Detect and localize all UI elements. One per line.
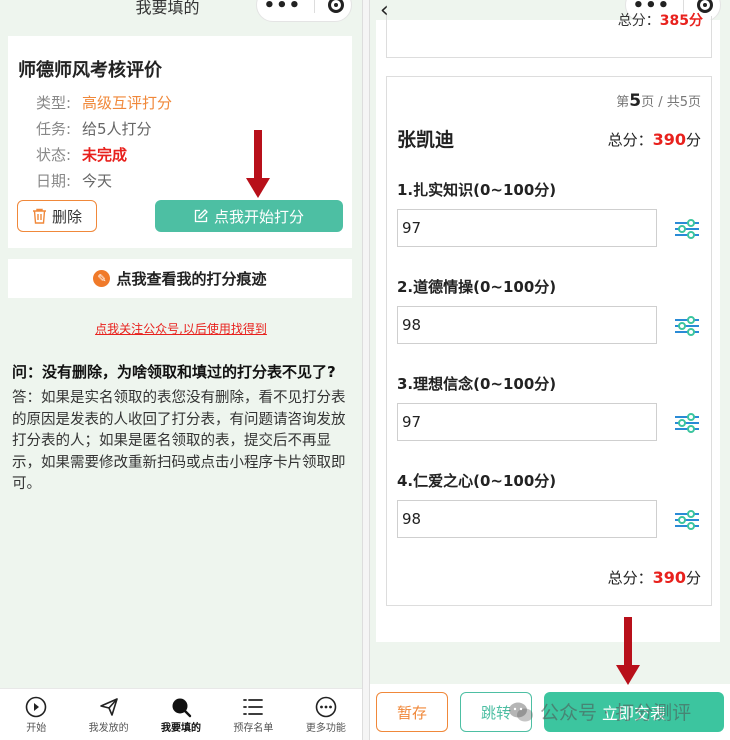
pointer-arrow-icon <box>246 130 270 198</box>
list-icon <box>243 699 264 715</box>
more-circle-icon <box>315 696 337 718</box>
tab-start[interactable]: 开始 <box>0 689 72 740</box>
question-label: 3.理想信念(0~100分) <box>397 375 557 393</box>
mini-program-capsule: ••• <box>256 0 352 22</box>
info-key: 类型: <box>36 94 72 112</box>
slider-adjust-icon[interactable] <box>673 508 701 532</box>
info-row-task: 任务: 给5人打分 <box>36 118 152 139</box>
pointer-arrow-icon <box>616 617 640 685</box>
action-bar: 暂存 跳转 立即交表 公众号 · 打分测评 <box>370 684 730 740</box>
question-label: 2.道德情操(0~100分) <box>397 278 557 296</box>
score-input[interactable]: 97 <box>397 209 657 247</box>
scoring-sheet: 总分：385分 第5页 / 共5页 张凯迪 总分：390分 1.扎实知识(0~1… <box>376 13 720 642</box>
info-key: 任务: <box>36 120 72 138</box>
left-nav-bar: 我要填的 ••• <box>0 0 362 26</box>
total-score-bottom: 总分：390分 <box>608 567 701 588</box>
watermark-text: 公众号 · 打分测评 <box>540 702 692 724</box>
tab-to-fill[interactable]: 我要填的 <box>145 689 217 740</box>
total-score-top: 总分：390分 <box>608 129 701 150</box>
view-history-label: 点我查看我的打分痕迹 <box>116 270 267 288</box>
close-target-icon[interactable] <box>328 0 345 13</box>
info-value: 高级互评打分 <box>82 94 173 112</box>
score-task-card: 师德师风考核评价 类型: 高级互评打分 任务: 给5人打分 状态: 未完成 日期… <box>8 36 352 248</box>
trash-icon <box>32 208 46 224</box>
slider-adjust-icon[interactable] <box>673 314 701 338</box>
total-label: 总分： <box>607 131 653 149</box>
person-score-card: 第5页 / 共5页 张凯迪 总分：390分 1.扎实知识(0~100分) 97 … <box>386 76 712 606</box>
slider-adjust-icon[interactable] <box>673 411 701 435</box>
edit-icon <box>194 209 208 223</box>
status-badge: 未完成 <box>82 146 128 164</box>
screen-divider <box>362 0 370 740</box>
person-name: 张凯迪 <box>397 129 455 151</box>
start-scoring-button[interactable]: 点我开始打分 <box>155 200 343 232</box>
delete-button[interactable]: 删除 <box>17 200 97 232</box>
previous-total-label: 总分： <box>617 13 660 29</box>
total-value: 390 <box>652 568 686 587</box>
tab-issued[interactable]: 我发放的 <box>72 689 144 740</box>
info-value: 给5人打分 <box>82 120 152 138</box>
info-row-status: 状态: 未完成 <box>36 144 127 165</box>
page-suffix: 页 / 共5页 <box>641 95 701 110</box>
send-icon <box>99 698 118 716</box>
info-key: 状态: <box>36 146 72 164</box>
tab-saved-list[interactable]: 预存名单 <box>217 689 289 740</box>
previous-person-card: 总分：385分 <box>386 13 712 58</box>
watermark: 公众号 · 打分测评 <box>508 698 691 725</box>
task-title: 师德师风考核评价 <box>18 60 162 81</box>
view-history-button[interactable]: ✎ 点我查看我的打分痕迹 <box>8 259 352 298</box>
previous-total-value: 385分 <box>659 13 703 29</box>
left-screen: 我要填的 ••• 师德师风考核评价 类型: 高级互评打分 任务: 给5人打分 状… <box>0 0 362 740</box>
start-scoring-label: 点我开始打分 <box>213 207 304 226</box>
follow-account-link[interactable]: 点我关注公众号,以后使用找得到 <box>0 320 362 337</box>
question-label: 4.仁爱之心(0~100分) <box>397 472 557 490</box>
info-value: 今天 <box>82 172 113 190</box>
tab-label: 预存名单 <box>233 723 274 734</box>
slider-adjust-icon[interactable] <box>673 217 701 241</box>
faq-question: 问：没有删除，为啥领取和填过的打分表不见了? <box>12 363 336 381</box>
save-draft-button[interactable]: 暂存 <box>376 692 448 732</box>
tab-label: 我发放的 <box>88 723 129 734</box>
more-dots-icon[interactable]: ••• <box>264 0 302 16</box>
score-input[interactable]: 97 <box>397 403 657 441</box>
score-input[interactable]: 98 <box>397 500 657 538</box>
total-value: 390 <box>652 130 686 149</box>
search-icon <box>172 698 192 718</box>
page-indicator: 第5页 / 共5页 <box>616 91 701 111</box>
delete-label: 删除 <box>51 207 82 226</box>
total-label: 总分： <box>607 569 653 587</box>
bottom-tab-bar: 开始 我发放的 我要填的 预存名单 更多功能 <box>0 688 362 740</box>
wechat-logo-icon <box>509 702 533 721</box>
history-icon: ✎ <box>93 270 111 287</box>
faq-answer: 答：如果是实名领取的表您没有删除，看不见打分表的原因是发表的人收回了打分表，有问… <box>12 390 346 492</box>
score-input[interactable]: 98 <box>397 306 657 344</box>
page-prefix: 第 <box>616 95 630 110</box>
tab-label: 开始 <box>26 723 47 734</box>
info-key: 日期: <box>36 172 72 190</box>
tab-more[interactable]: 更多功能 <box>290 689 362 740</box>
tab-label: 更多功能 <box>305 723 346 734</box>
total-unit: 分 <box>685 569 701 587</box>
capsule-divider <box>314 0 316 13</box>
tab-label: 我要填的 <box>161 723 202 734</box>
previous-total: 总分：385分 <box>618 10 703 30</box>
info-row-date: 日期: 今天 <box>36 170 112 191</box>
page-current: 5 <box>629 91 642 111</box>
info-row-type: 类型: 高级互评打分 <box>36 92 172 113</box>
question-label: 1.扎实知识(0~100分) <box>397 181 557 199</box>
play-circle-icon <box>25 696 47 718</box>
total-unit: 分 <box>685 131 701 149</box>
right-screen: ‹ ••• 总分：385分 第5页 / 共5页 张凯迪 总分：390分 1.扎实… <box>370 0 730 740</box>
